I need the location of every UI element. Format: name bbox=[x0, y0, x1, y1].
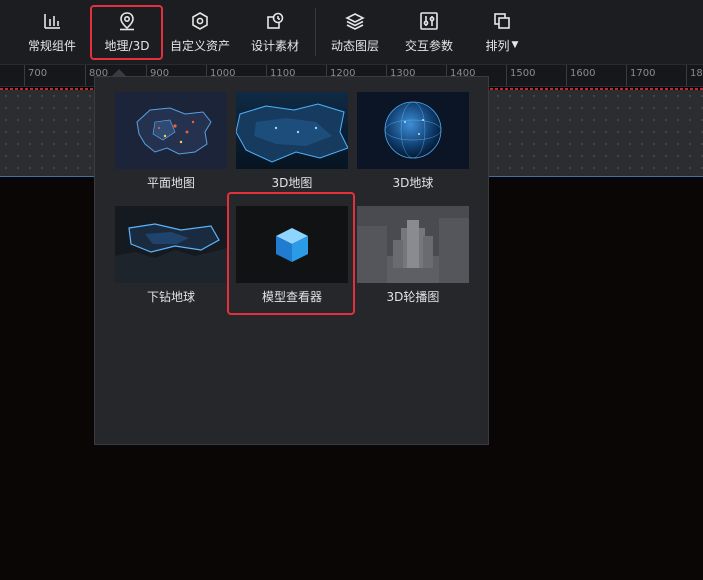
design-material-icon bbox=[267, 12, 284, 29]
menu-item-label: 模型查看器 bbox=[261, 290, 322, 304]
menu-item-label: 3D地球 bbox=[392, 176, 434, 190]
3d-carousel-thumbnail bbox=[357, 206, 469, 283]
dropdown-pointer bbox=[112, 69, 126, 76]
menu-item-label: 3D地图 bbox=[271, 176, 313, 190]
caret-down-icon: ▼ bbox=[511, 40, 519, 50]
toolbar-label: 交互参数 bbox=[404, 38, 453, 53]
toolbar-button-common-components[interactable]: 常规组件 bbox=[24, 0, 80, 64]
toolbar-button-geo-3d[interactable]: 地理/3D bbox=[98, 0, 156, 64]
toolbar-button-design-materials[interactable]: 设计素材 bbox=[246, 0, 304, 64]
menu-item-drilldown-earth[interactable]: 下钻地球 bbox=[115, 206, 227, 305]
3d-map-thumbnail bbox=[236, 92, 348, 169]
toolbar-label: 常规组件 bbox=[27, 38, 76, 53]
toolbar-label: 动态图层 bbox=[330, 38, 379, 53]
toolbar-label: 地理/3D bbox=[104, 38, 150, 53]
geo-3d-dropdown-panel: 平面地图 3D地图 3D地球 下钻地球 模型查看器 3D轮播图 bbox=[94, 76, 489, 445]
hexagon-icon bbox=[192, 11, 208, 30]
sliders-icon bbox=[420, 11, 438, 30]
model-viewer-thumbnail bbox=[236, 206, 348, 283]
menu-item-3d-globe[interactable]: 3D地球 bbox=[357, 92, 469, 191]
menu-item-3d-map[interactable]: 3D地图 bbox=[236, 92, 348, 191]
menu-item-flat-map[interactable]: 平面地图 bbox=[115, 92, 227, 191]
toolbar-label: 自定义资产 bbox=[169, 38, 230, 53]
ruler-label: 700 bbox=[28, 68, 48, 79]
bar-chart-icon bbox=[44, 13, 60, 29]
layers-icon bbox=[345, 12, 365, 30]
cube-icon bbox=[236, 206, 348, 283]
ruler-label: 1500 bbox=[510, 68, 536, 79]
ruler-label: 1700 bbox=[630, 68, 656, 79]
ruler-label: 180 bbox=[690, 68, 703, 79]
flat-map-thumbnail bbox=[115, 92, 227, 169]
toolbar-button-interaction-params[interactable]: 交互参数 bbox=[400, 0, 458, 64]
toolbar-button-dynamic-layers[interactable]: 动态图层 bbox=[326, 0, 384, 64]
location-pin-icon bbox=[120, 11, 134, 30]
toolbar-label: 设计素材 bbox=[250, 38, 299, 53]
toolbar-button-arrange[interactable]: 排列 ▼ bbox=[474, 0, 530, 64]
arrange-icon bbox=[494, 12, 510, 29]
top-toolbar: 常规组件 地理/3D 自定义资产 设计素材 动态图层 交互参数 排列 ▼ bbox=[0, 0, 703, 65]
drilldown-earth-thumbnail bbox=[115, 206, 227, 283]
menu-item-3d-carousel[interactable]: 3D轮播图 bbox=[357, 206, 469, 305]
menu-item-label: 3D轮播图 bbox=[386, 290, 440, 304]
ruler-label: 1600 bbox=[570, 68, 596, 79]
menu-item-model-viewer[interactable]: 模型查看器 bbox=[236, 206, 348, 305]
3d-globe-thumbnail bbox=[357, 92, 469, 169]
menu-item-label: 平面地图 bbox=[146, 176, 195, 190]
toolbar-label: 排列 bbox=[485, 38, 510, 53]
menu-item-label: 下钻地球 bbox=[146, 290, 195, 304]
toolbar-divider bbox=[315, 8, 316, 56]
toolbar-button-custom-assets[interactable]: 自定义资产 bbox=[167, 0, 233, 64]
